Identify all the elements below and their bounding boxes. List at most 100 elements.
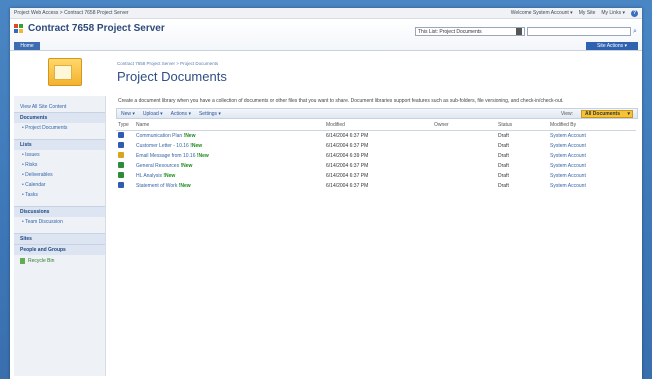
modified-cell: 6/14/2004 6:37 PM (326, 183, 369, 189)
table-row[interactable]: Communication Plan !New 6/14/2004 6:37 PM… (116, 131, 636, 142)
name-cell: Email Message from 10.16 !New (134, 151, 324, 161)
status-cell: Draft (498, 183, 509, 189)
new-badge: !New (178, 183, 191, 189)
search-icon[interactable]: ⌕ (633, 28, 641, 36)
library-description: Create a document library when you have … (118, 98, 564, 104)
search-input[interactable] (527, 27, 631, 36)
nav-heading-documents[interactable]: Documents (14, 112, 105, 123)
nav-item-label: Tasks (25, 192, 38, 198)
my-site-link[interactable]: My Site (579, 10, 596, 16)
table-row[interactable]: Customer Letter - 10.16 !New 6/14/2004 6:… (116, 141, 636, 151)
welcome-menu[interactable]: Welcome System Account ▾ (511, 10, 573, 16)
name-cell: General Resources !New (134, 161, 324, 171)
top-bar: Project Web Access > Contract 7658 Proje… (10, 8, 642, 19)
column-header-type[interactable]: Type (116, 120, 134, 131)
actions-menu[interactable]: Actions ▾ (171, 111, 191, 117)
table-row[interactable]: General Resources !New 6/14/2004 6:37 PM D… (116, 161, 636, 171)
title-area: Contract 7658 Project Server > Project D… (10, 52, 642, 96)
nav-heading-sites[interactable]: Sites (14, 233, 105, 244)
modified-cell: 6/14/2004 6:39 PM (326, 153, 369, 159)
name-cell: Customer Letter - 10.16 !New (134, 141, 324, 151)
modified-by-link[interactable]: System Account (550, 183, 586, 189)
dropdown-arrow-icon (516, 28, 522, 35)
document-name-link[interactable]: Customer Letter - 10.16 (136, 143, 189, 149)
nav-item-calendar[interactable]: • Calendar (14, 180, 105, 190)
table-row[interactable]: Statement of Work !New 6/14/2004 6:37 PM D… (116, 181, 636, 191)
my-links-menu[interactable]: My Links ▾ (601, 10, 625, 16)
nav-item-label: Issues (25, 152, 40, 158)
settings-menu[interactable]: Settings ▾ (199, 111, 221, 117)
modified-by-link[interactable]: System Account (550, 153, 586, 159)
table-row[interactable]: Email Message from 10.16 !New 6/14/2004 6… (116, 151, 636, 161)
excel-icon[interactable] (118, 162, 124, 168)
table-body: Communication Plan !New 6/14/2004 6:37 PM… (116, 131, 636, 192)
nav-item-tasks[interactable]: • Tasks (14, 190, 105, 200)
nav-item-issues[interactable]: • Issues (14, 150, 105, 160)
column-header-status[interactable]: Status (496, 120, 548, 131)
nav-heading-lists[interactable]: Lists (14, 139, 105, 150)
email-icon[interactable] (118, 152, 124, 158)
modified-cell: 6/14/2004 6:37 PM (326, 143, 369, 149)
type-cell (116, 171, 134, 181)
new-menu[interactable]: New ▾ (121, 111, 135, 117)
table-row[interactable]: HL Analysis !New 6/14/2004 6:37 PM Draft Sy… (116, 171, 636, 181)
nav-heading-people-and-groups[interactable]: People and Groups (14, 244, 105, 255)
column-header-owner[interactable]: Owner (432, 120, 496, 131)
nav-item-project-documents[interactable]: • Project Documents (14, 123, 105, 133)
column-header-modified[interactable]: Modified (324, 120, 432, 131)
recycle-bin-link[interactable]: Recycle Bin (14, 255, 105, 267)
modified-by-link[interactable]: System Account (550, 163, 586, 169)
type-cell (116, 161, 134, 171)
word-icon[interactable] (118, 132, 124, 138)
modified-by-link[interactable]: System Account (550, 173, 586, 179)
modified-by-link[interactable]: System Account (550, 143, 586, 149)
page-title: Project Documents (117, 69, 227, 84)
nav-item-team-discussion[interactable]: • Team Discussion (14, 217, 105, 227)
type-cell (116, 141, 134, 151)
modified-cell: 6/14/2004 6:37 PM (326, 173, 369, 179)
nav-item-label: Deliverables (25, 172, 53, 178)
site-header: Contract 7658 Project Server This List: … (10, 19, 642, 51)
nav-item-label: Project Documents (25, 125, 68, 131)
modified-by-cell: System Account (548, 151, 636, 161)
modified-by-cell: System Account (548, 181, 636, 191)
document-name-link[interactable]: Statement of Work (136, 183, 177, 189)
search-scope-value: This List: Project Documents (418, 28, 482, 35)
modified-by-link[interactable]: System Account (550, 133, 586, 139)
word-icon[interactable] (118, 142, 124, 148)
document-name-link[interactable]: Email Message from 10.16 (136, 153, 195, 159)
documents-table: Type Name Modified Owner Status Modified… (116, 120, 636, 191)
help-icon[interactable]: ? (631, 9, 638, 17)
search-area: This List: Project Documents ⌕ (415, 27, 641, 36)
breadcrumb[interactable]: Contract 7658 Project Server > Project D… (117, 61, 218, 66)
modified-by-cell: System Account (548, 161, 636, 171)
new-badge: !New (196, 153, 209, 159)
owner-cell (432, 141, 496, 151)
site-actions-button[interactable]: Site Actions ▾ (586, 42, 638, 50)
site-title[interactable]: Contract 7658 Project Server (14, 23, 165, 34)
name-cell: Communication Plan !New (134, 131, 324, 142)
new-badge: !New (163, 173, 176, 179)
tab-home[interactable]: Home (14, 42, 40, 50)
modified-by-cell: System Account (548, 141, 636, 151)
word-icon[interactable] (118, 182, 124, 188)
document-name-link[interactable]: General Resources (136, 163, 179, 169)
recycle-bin-icon (20, 258, 25, 264)
search-scope-select[interactable]: This List: Project Documents (415, 27, 525, 36)
excel-icon[interactable] (118, 172, 124, 178)
status-cell: Draft (498, 143, 509, 149)
modified-by-cell: System Account (548, 171, 636, 181)
view-select[interactable]: All Documents (581, 109, 633, 118)
document-name-link[interactable]: Communication Plan (136, 133, 182, 139)
nav-item-risks[interactable]: • Risks (14, 160, 105, 170)
upload-menu[interactable]: Upload ▾ (143, 111, 163, 117)
nav-heading-discussions[interactable]: Discussions (14, 206, 105, 217)
global-breadcrumb[interactable]: Project Web Access > Contract 7658 Proje… (14, 10, 129, 16)
nav-item-deliverables[interactable]: • Deliverables (14, 170, 105, 180)
table-header-row: Type Name Modified Owner Status Modified… (116, 120, 636, 131)
document-name-link[interactable]: HL Analysis (136, 173, 162, 179)
column-header-modified-by[interactable]: Modified By (548, 120, 636, 131)
new-badge: !New (183, 133, 196, 139)
view-all-site-content-link[interactable]: View All Site Content (14, 102, 105, 112)
column-header-name[interactable]: Name (134, 120, 324, 131)
